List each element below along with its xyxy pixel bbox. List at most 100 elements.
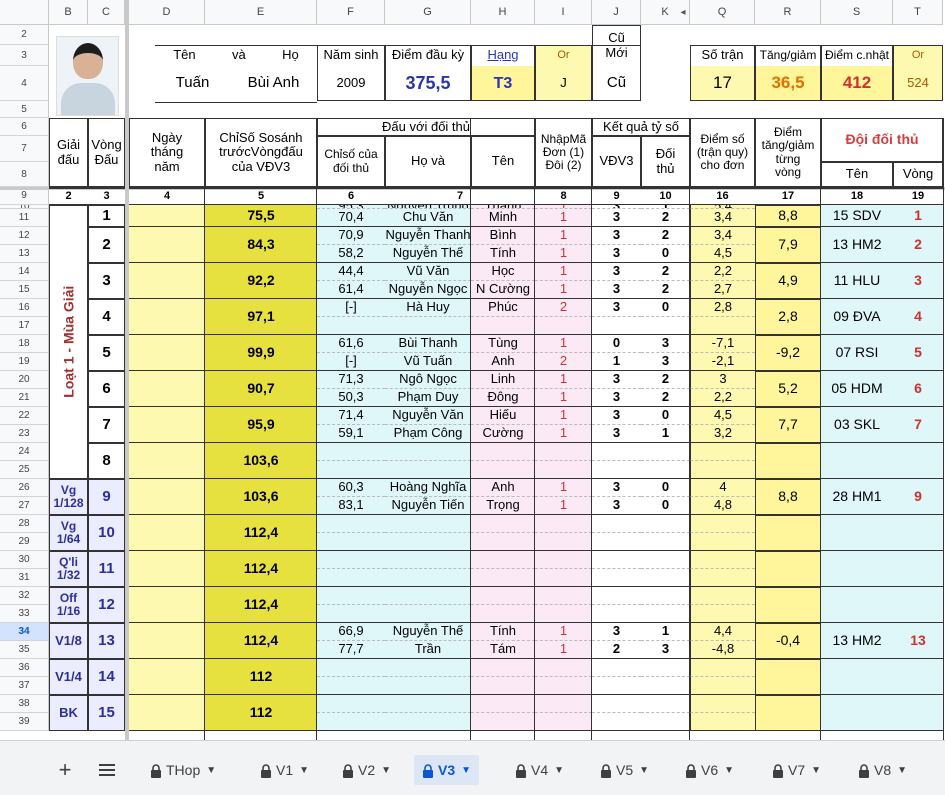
row-header-2[interactable]: 2 [0, 25, 49, 45]
ty-so-doi-thu[interactable]: 3 [641, 641, 690, 659]
chevron-down-icon[interactable]: ▼ [554, 765, 564, 776]
doi-thu-ten[interactable]: Anh [471, 479, 535, 497]
ty-so-doi-thu[interactable]: 2 [641, 209, 690, 227]
ngay-cell[interactable] [129, 227, 205, 263]
row-header-23[interactable]: 23 [0, 425, 49, 443]
ngay-cell[interactable] [129, 695, 205, 731]
row-header-29[interactable]: 29 [0, 533, 49, 551]
diem-tang-giam[interactable]: -9,2 [755, 335, 821, 371]
doi-thu-chiso[interactable] [317, 587, 385, 605]
ty-so-vdv3[interactable] [592, 587, 641, 605]
column-header-F[interactable]: F [317, 0, 385, 25]
doi-thu-ho[interactable]: Chu Văn [385, 209, 471, 227]
ty-so-doi-thu[interactable]: 0 [641, 497, 690, 515]
diem-tang-giam[interactable] [755, 515, 821, 551]
sheet-tab-v2[interactable]: V2 ▼ [334, 755, 399, 785]
row-header-16[interactable]: 16 [0, 299, 49, 317]
diem-so[interactable] [690, 443, 755, 461]
nhap-ma[interactable] [535, 443, 592, 461]
nhap-ma[interactable]: 1 [535, 407, 592, 425]
ngay-cell[interactable] [129, 299, 205, 335]
doi-thu-chiso[interactable] [317, 695, 385, 713]
doi-ten[interactable] [821, 587, 893, 623]
diem-so[interactable] [690, 695, 755, 713]
doi-thu-chiso[interactable]: 70,9 [317, 227, 385, 245]
vong-cell[interactable]: 10 [88, 515, 125, 551]
column-header-J[interactable]: J [592, 0, 641, 25]
diem-so[interactable]: 2,2 [690, 389, 755, 407]
diem-so[interactable]: 4,5 [690, 245, 755, 263]
diem-so[interactable] [690, 317, 755, 335]
chevron-down-icon[interactable]: ▼ [381, 765, 391, 776]
nhap-ma[interactable] [535, 677, 592, 695]
row-header-24[interactable]: 24 [0, 443, 49, 461]
doi-thu-ten[interactable] [471, 569, 535, 587]
ty-so-doi-thu[interactable]: 2 [641, 281, 690, 299]
doi-thu-ho[interactable]: Bùi Thanh [385, 335, 471, 353]
doi-ten[interactable]: 07 RSI [821, 335, 893, 371]
row-header-20[interactable]: 20 [0, 371, 49, 389]
diem-so[interactable] [690, 569, 755, 587]
diem-tang-giam[interactable] [755, 587, 821, 623]
chiso-cell[interactable]: 112,4 [205, 623, 317, 659]
vong-cell[interactable]: 4 [88, 299, 125, 335]
row-header-22[interactable]: 22 [0, 407, 49, 425]
row-header-34[interactable]: 34 [0, 623, 49, 641]
ty-so-vdv3[interactable]: 2 [592, 641, 641, 659]
vong-cell[interactable]: 3 [88, 263, 125, 299]
doi-vong[interactable]: 3 [893, 263, 943, 299]
diem-so[interactable] [690, 461, 755, 479]
doi-thu-ten[interactable]: Tùng [471, 335, 535, 353]
doi-ten[interactable]: 13 HM2 [821, 227, 893, 263]
doi-ten[interactable] [821, 659, 893, 695]
ngay-cell[interactable] [129, 479, 205, 515]
nhap-ma[interactable] [535, 605, 592, 623]
doi-vong[interactable] [893, 551, 943, 587]
diem-so[interactable]: 3,4 [690, 209, 755, 227]
doi-vong[interactable] [893, 659, 943, 695]
doi-thu-ten[interactable] [471, 461, 535, 479]
ty-so-vdv3[interactable] [592, 461, 641, 479]
ty-so-vdv3[interactable] [592, 515, 641, 533]
doi-thu-chiso[interactable]: 44,4 [317, 263, 385, 281]
doi-thu-ten[interactable]: N Cường [471, 281, 535, 299]
doi-thu-chiso[interactable]: 70,4 [317, 209, 385, 227]
doi-ten[interactable]: 15 SDV [821, 205, 893, 227]
diem-so[interactable]: 3,2 [690, 425, 755, 443]
doi-thu-ho[interactable] [385, 659, 471, 677]
diem-so[interactable] [690, 551, 755, 569]
doi-thu-chiso[interactable]: 66,9 [317, 623, 385, 641]
doi-thu-ten[interactable]: Đông [471, 389, 535, 407]
doi-vong[interactable] [893, 695, 943, 731]
nhap-ma[interactable]: 1 [535, 623, 592, 641]
doi-thu-chiso[interactable]: [-] [317, 299, 385, 317]
vong-cell[interactable]: 9 [88, 479, 125, 515]
diem-tang-giam[interactable] [755, 659, 821, 695]
ty-so-doi-thu[interactable] [641, 533, 690, 551]
ty-so-vdv3[interactable]: 3 [592, 227, 641, 245]
chevron-down-icon[interactable]: ▼ [639, 765, 649, 776]
doi-thu-ten[interactable]: Trọng [471, 497, 535, 515]
row-header-35[interactable]: 35 [0, 641, 49, 659]
vong-cell[interactable]: 2 [88, 227, 125, 263]
doi-thu-chiso[interactable] [317, 677, 385, 695]
chiso-cell[interactable]: 95,9 [205, 407, 317, 443]
doi-thu-ten[interactable]: Minh [471, 209, 535, 227]
doi-thu-ten[interactable] [471, 533, 535, 551]
nhap-ma[interactable] [535, 587, 592, 605]
doi-vong[interactable]: 7 [893, 407, 943, 443]
column-header-H[interactable]: H [471, 0, 535, 25]
doi-thu-ho[interactable] [385, 713, 471, 731]
ty-so-doi-thu[interactable] [641, 659, 690, 677]
hidden-columns-arrow-icon[interactable]: ◂ [676, 4, 690, 20]
nhap-ma[interactable] [535, 551, 592, 569]
diem-so[interactable]: 4,8 [690, 497, 755, 515]
ty-so-vdv3[interactable]: 3 [592, 479, 641, 497]
doi-thu-ten[interactable]: Cường [471, 425, 535, 443]
ngay-cell[interactable] [129, 551, 205, 587]
doi-thu-ho[interactable]: Nguyễn Văn [385, 407, 471, 425]
doi-thu-ten[interactable] [471, 659, 535, 677]
chevron-down-icon[interactable]: ▼ [811, 765, 821, 776]
chiso-cell[interactable]: 112,4 [205, 551, 317, 587]
doi-thu-ho[interactable]: Vũ Tuấn [385, 353, 471, 371]
